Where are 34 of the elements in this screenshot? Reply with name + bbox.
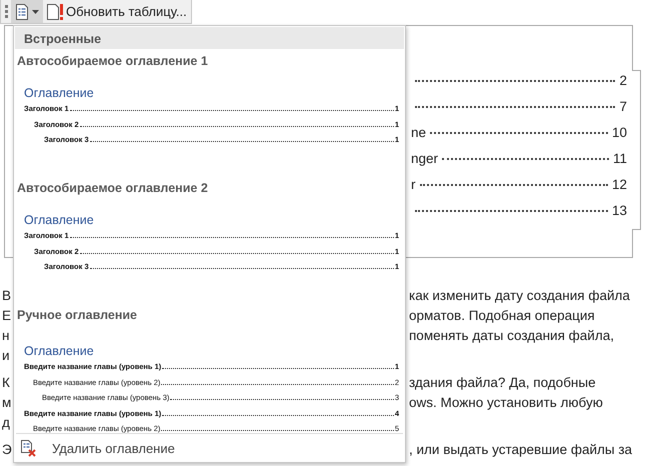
body-text: н bbox=[2, 327, 10, 345]
toc-line: 13 bbox=[411, 202, 627, 218]
body-text: ows. Можно установить любую bbox=[409, 394, 603, 412]
toc-line: r 12 bbox=[411, 176, 627, 192]
document-list-icon bbox=[15, 4, 29, 20]
body-text: д bbox=[2, 414, 10, 432]
toc-line: 7 bbox=[411, 98, 627, 114]
body-text: Э bbox=[2, 441, 12, 459]
body-text: поменять даты создания файла, bbox=[409, 327, 614, 345]
remove-toc-item[interactable]: Удалить оглавление bbox=[14, 434, 405, 462]
toc-line: nger 11 bbox=[411, 150, 627, 166]
gallery-header: Встроенные bbox=[15, 27, 404, 49]
delete-document-icon bbox=[21, 440, 36, 456]
body-text: , или выдать устаревшие файлы за bbox=[409, 441, 632, 459]
body-text: как изменить дату создания файла bbox=[409, 287, 630, 305]
option-title: Автособираемое оглавление 2 bbox=[17, 181, 209, 195]
table-of-contents-button[interactable] bbox=[11, 0, 43, 23]
body-text: орматов. Подобная операция bbox=[409, 307, 595, 325]
body-text: В bbox=[2, 287, 12, 305]
toc-line: ne 10 bbox=[411, 124, 627, 140]
option-title: Автособираемое оглавление 1 bbox=[17, 54, 209, 68]
grip-icon[interactable] bbox=[5, 5, 8, 18]
body-text: и bbox=[2, 347, 10, 365]
preview-heading: Оглавление bbox=[24, 86, 95, 100]
toc-line: 2 bbox=[411, 72, 627, 88]
body-text: здания файла? Да, подобные bbox=[409, 374, 596, 392]
caret-icon bbox=[32, 10, 39, 14]
option-title: Ручное оглавление bbox=[17, 308, 138, 322]
body-text: м bbox=[2, 394, 12, 412]
document-alert-icon bbox=[47, 4, 63, 20]
body-text: Е bbox=[2, 307, 12, 325]
preview-heading: Оглавление bbox=[24, 213, 95, 227]
preview-heading: Оглавление bbox=[24, 344, 95, 358]
body-text: К bbox=[2, 374, 10, 392]
